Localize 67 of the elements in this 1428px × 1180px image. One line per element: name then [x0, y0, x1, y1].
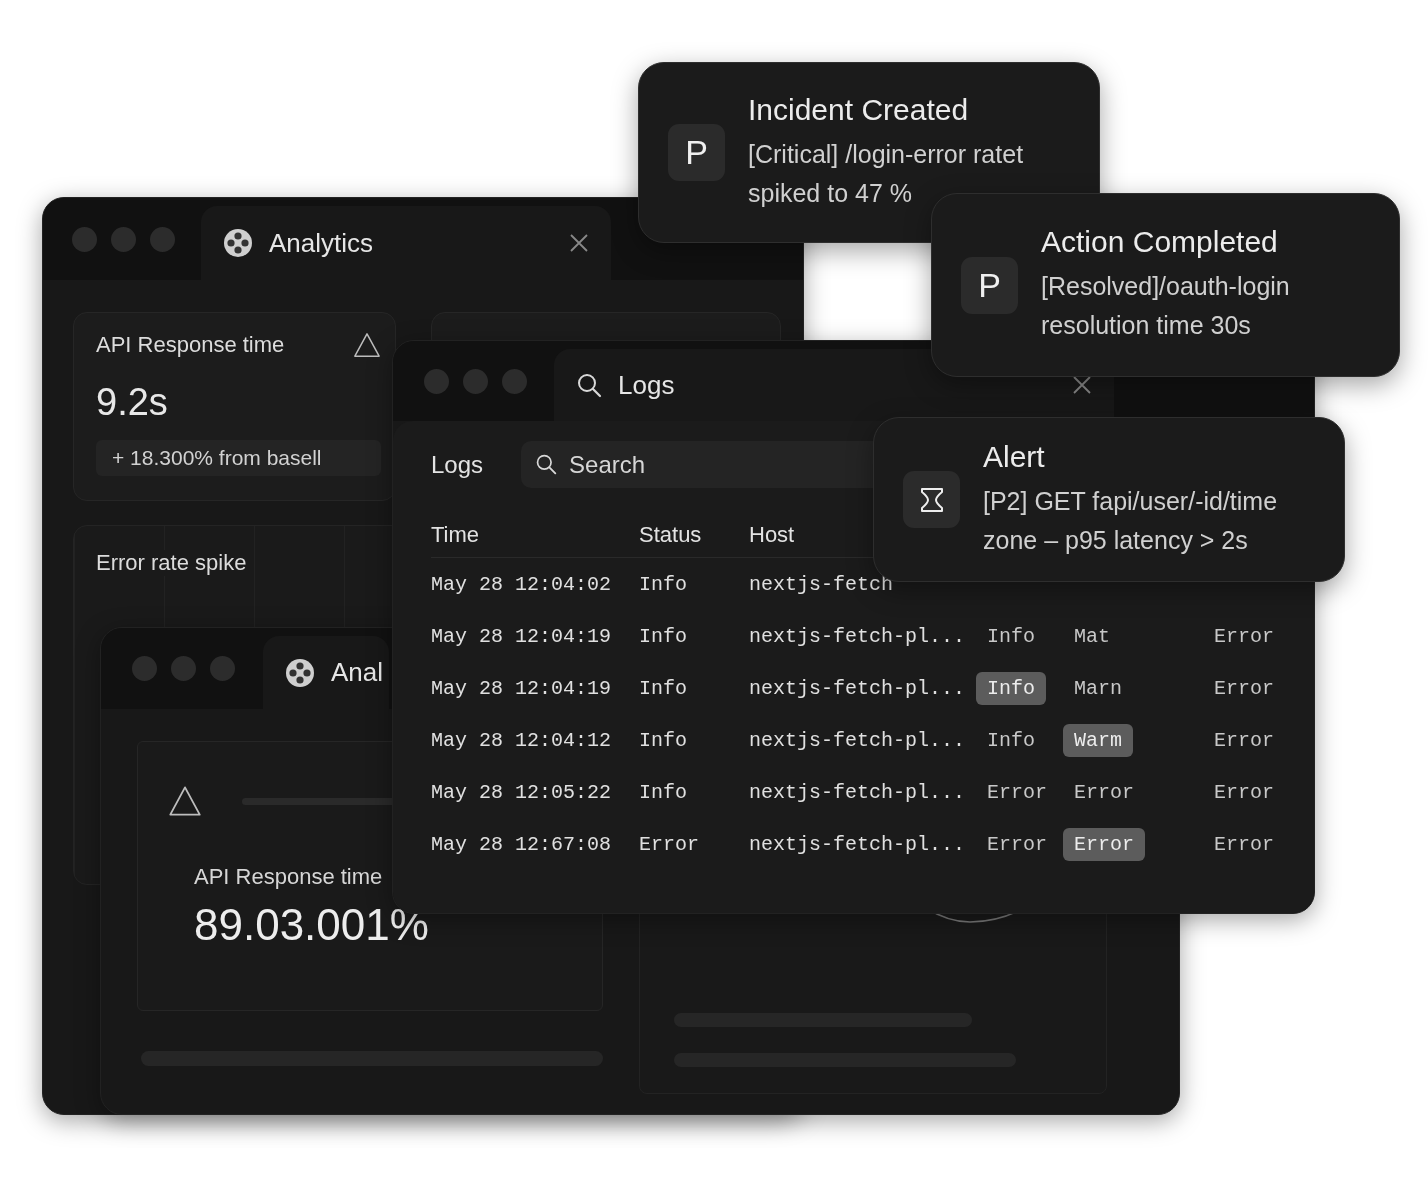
table-cell-text: Error [986, 831, 1048, 858]
search-icon [535, 453, 558, 475]
table-cell-text: Mat [1073, 623, 1111, 650]
table-cell-text: Error [986, 779, 1048, 806]
table-cell-text: Marn [1073, 675, 1123, 702]
notification-message: [Resolved]/oauth-login resolution time 30s [1041, 271, 1291, 341]
table-cell-text: May 28 12:05:22 [431, 780, 613, 804]
notification-title: Action Completed [1041, 225, 1279, 259]
table-cell-text: Error [1213, 779, 1275, 806]
table-cell-text: May 28 12:04:02 [431, 572, 613, 596]
dots-circle-icon [223, 228, 253, 258]
table-cell-text: nextjs-fetch-pl... [749, 676, 967, 700]
table-cell-text: Error [1073, 779, 1135, 806]
window-tab[interactable]: Analytics [201, 206, 611, 280]
delta-label: + 18.300% from basell [96, 440, 381, 476]
window-control[interactable] [72, 226, 97, 252]
table-cell-text: Info [639, 572, 688, 596]
metric-value: 9.2s [96, 381, 169, 424]
card-title: API Response time [194, 864, 383, 890]
highlighted-cell: Warm [1063, 723, 1133, 757]
table-cell-text: Error [1213, 675, 1275, 702]
table-cell-text: Error [1213, 831, 1275, 858]
search-icon [576, 372, 602, 398]
table-cell-text: nextjs-fetch-pl... [749, 624, 967, 648]
warning-triangle-icon [353, 331, 381, 359]
card-title: API Response time [96, 332, 285, 358]
window-tab[interactable]: Anal [263, 636, 389, 709]
window-control[interactable] [424, 368, 449, 394]
table-cell-text: Info [986, 623, 1036, 650]
avatar-badge: P [668, 124, 725, 181]
section-title: Logs [431, 450, 484, 479]
column-header: Status [639, 521, 703, 548]
column-header: Host [749, 521, 796, 548]
highlighted-cell: Info [976, 671, 1046, 705]
table-cell-text: nextjs-fetch [749, 572, 895, 596]
notification-title: Incident Created [748, 92, 970, 127]
table-cell-text: Error [639, 832, 700, 856]
window-control[interactable] [210, 656, 235, 681]
table-cell-text: Info [639, 780, 688, 804]
table-cell-text: Info [639, 728, 688, 752]
window-control[interactable] [463, 368, 488, 394]
table-cell-text: nextjs-fetch-pl... [749, 832, 967, 856]
dots-circle-icon [285, 657, 315, 688]
card-title: Error rate spike [96, 550, 247, 576]
table-cell-text: nextjs-fetch-pl... [749, 728, 967, 752]
notification-message: [P2] GET fapi/user/-id/time zone – p95 latency > 2s [983, 485, 1279, 556]
table-cell-text: Info [639, 676, 688, 700]
column-header: Time [431, 521, 481, 548]
window-control[interactable] [132, 656, 157, 681]
table-cell-text: nextjs-fetch-pl... [749, 780, 967, 804]
window-control[interactable] [111, 226, 136, 252]
table-cell-text: May 28 12:04:19 [431, 624, 613, 648]
table-cell-text: May 28 12:67:08 [431, 832, 613, 856]
table-cell-text: Error [1213, 623, 1275, 650]
table-cell-text: Info [639, 624, 688, 648]
table-cell-text: May 28 12:04:12 [431, 728, 613, 752]
metric-value: 89.03.001% [194, 900, 429, 950]
window-control[interactable] [502, 368, 527, 394]
avatar-badge: P [961, 256, 1018, 314]
table-cell-text: Info [986, 727, 1036, 754]
notification-message: [Critical] /login-error ratet spiked to 47 % [748, 138, 1025, 209]
highlighted-cell: Error [1063, 827, 1145, 861]
table-cell-text: May 28 12:04:19 [431, 676, 613, 700]
warning-triangle-icon [168, 784, 202, 818]
window-control[interactable] [171, 656, 196, 681]
window-control[interactable] [150, 226, 175, 252]
table-cell-text: Error [1213, 727, 1275, 754]
